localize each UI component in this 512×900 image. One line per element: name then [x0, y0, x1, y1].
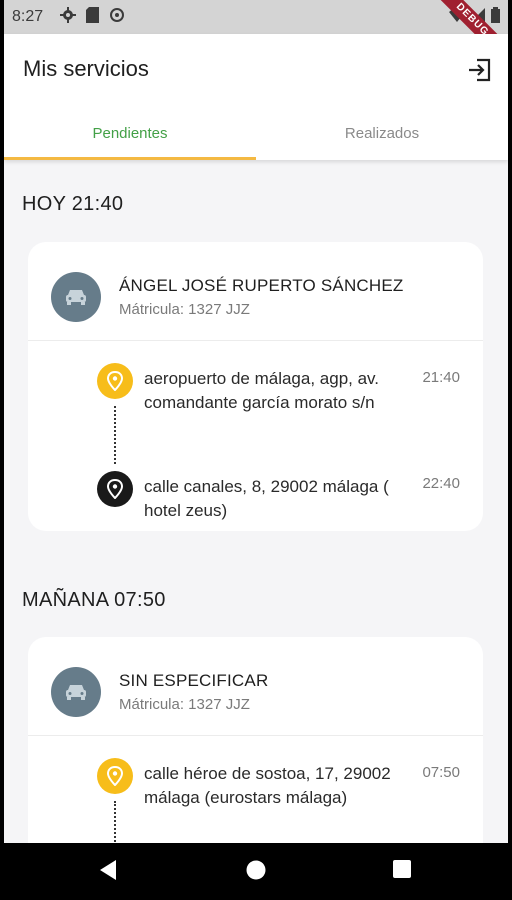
back-button-icon[interactable] — [98, 859, 118, 881]
origin-address: aeropuerto de málaga, agp, av. comandant… — [144, 369, 380, 412]
status-bar: 8:27 DEBUG — [4, 0, 508, 69]
destination-address: calle canales, 8, 29002 málaga ( hotel z… — [144, 477, 389, 520]
origin-pin-icon — [97, 363, 133, 399]
sd-card-icon — [86, 7, 99, 23]
origin-time: 07:50 — [422, 764, 460, 781]
app-bar: Mis servicios Pendientes Realizados — [4, 34, 508, 160]
destination-pin-icon — [97, 471, 133, 507]
navigation-bar — [0, 843, 512, 900]
route-connector — [114, 406, 116, 464]
recents-button-icon[interactable] — [392, 859, 412, 879]
plate-number: Mátricula: 1327 JJZ — [119, 696, 250, 713]
service-card[interactable]: ÁNGEL JOSÉ RUPERTO SÁNCHEZ Mátricula: 13… — [28, 242, 483, 531]
car-icon — [66, 685, 86, 700]
origin-time: 21:40 — [422, 369, 460, 386]
tab-pendientes[interactable]: Pendientes — [4, 106, 256, 160]
data-saver-icon — [110, 8, 124, 22]
app-screen: 8:27 DEBUG Mis servicios Pendientes Real… — [4, 0, 508, 900]
destination-time: 22:40 — [422, 475, 460, 492]
battery-icon — [491, 7, 500, 23]
tab-bar: Pendientes Realizados — [4, 106, 508, 160]
avatar — [51, 667, 101, 717]
tab-realizados[interactable]: Realizados — [256, 106, 508, 160]
avatar — [51, 272, 101, 322]
driver-name: SIN ESPECIFICAR — [119, 671, 269, 690]
home-button-icon[interactable] — [245, 859, 267, 881]
settings-icon — [60, 7, 76, 23]
page-title: Mis servicios — [23, 56, 149, 81]
card-divider — [28, 340, 483, 341]
section-header-tomorrow: MAÑANA 07:50 — [22, 589, 166, 611]
logout-icon — [469, 58, 491, 82]
status-time: 8:27 — [12, 8, 44, 25]
section-header-today: HOY 21:40 — [22, 193, 124, 215]
origin-address: calle héroe de sostoa, 17, 29002 málaga … — [144, 764, 391, 807]
tab-indicator — [4, 157, 256, 160]
logout-button[interactable] — [464, 54, 496, 86]
driver-name: ÁNGEL JOSÉ RUPERTO SÁNCHEZ — [119, 276, 404, 295]
origin-pin-icon — [97, 758, 133, 794]
card-divider — [28, 735, 483, 736]
plate-number: Mátricula: 1327 JJZ — [119, 301, 250, 318]
car-icon — [66, 290, 86, 305]
